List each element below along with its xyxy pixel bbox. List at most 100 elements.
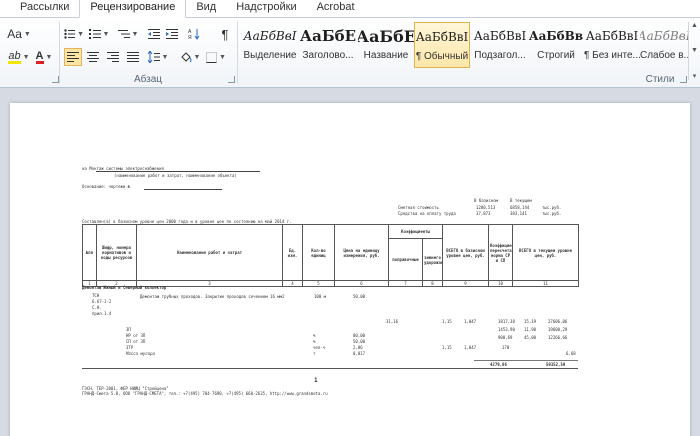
row-current: 12266,66 bbox=[548, 335, 568, 340]
style-sample: АаБбВвІ bbox=[243, 29, 297, 43]
tab-addins[interactable]: Надстройки bbox=[226, 0, 306, 17]
row-qty: 50,00 bbox=[353, 339, 366, 344]
style-normal[interactable]: АаБбВвІ ¶ Обычный bbox=[414, 22, 470, 68]
document-page[interactable]: на Монтаж системы электроснабжения (наим… bbox=[10, 103, 690, 436]
chevron-down-icon: ▼ bbox=[219, 53, 226, 61]
item-code: ТСН bbox=[92, 293, 100, 298]
style-sample: АаБбВвІ bbox=[585, 29, 639, 43]
style-title[interactable]: АаБбЕ Название bbox=[358, 22, 414, 68]
document-area: на Монтаж системы электроснабжения (наим… bbox=[0, 89, 700, 436]
col-header: Коэффициенты bbox=[388, 224, 443, 239]
highlight-button[interactable]: ab ▼ bbox=[6, 48, 32, 66]
bullets-button[interactable]: ▼ bbox=[64, 25, 84, 43]
shading-button[interactable]: ▼ bbox=[178, 48, 202, 66]
style-sample: АаБбВвІ bbox=[415, 30, 469, 44]
style-emphasis[interactable]: АаБбВвІ Выделение bbox=[242, 22, 298, 68]
multilevel-list-button[interactable]: ▼ bbox=[116, 25, 140, 43]
tab-view[interactable]: Вид bbox=[186, 0, 226, 17]
row-coef: 15,19 bbox=[524, 319, 537, 324]
header-line-basis: Основание: чертежи № bbox=[82, 184, 131, 189]
bullet-list-icon bbox=[64, 29, 76, 39]
tab-mailings[interactable]: Рассылки bbox=[0, 0, 79, 17]
align-center-icon bbox=[87, 50, 99, 64]
more-icon[interactable]: ▾ bbox=[693, 72, 697, 80]
row-k2: 1,047 bbox=[464, 345, 477, 350]
numbered-list-icon bbox=[88, 29, 101, 39]
totals-unit: тыс.руб. bbox=[542, 211, 562, 216]
style-sample: АаБбВв bbox=[528, 29, 584, 43]
style-name: ¶ Обычный bbox=[415, 51, 469, 62]
totals-current-value: 383,141 bbox=[510, 211, 527, 216]
row-unit: % bbox=[313, 333, 316, 338]
row-price: 31,16 bbox=[386, 319, 399, 324]
col-number: 4 bbox=[282, 280, 303, 287]
borders-button[interactable]: ▼ bbox=[204, 48, 228, 66]
align-left-button[interactable] bbox=[64, 48, 82, 66]
row-k2: 1,047 bbox=[464, 319, 477, 324]
increase-indent-icon bbox=[166, 29, 178, 39]
font-color-icon: A bbox=[35, 49, 44, 64]
row-unit: т bbox=[313, 351, 316, 356]
page-number: 1 bbox=[314, 377, 318, 384]
table-bottom-border bbox=[82, 368, 578, 369]
show-marks-button[interactable]: ¶ bbox=[218, 25, 232, 43]
col-number: 9 bbox=[442, 280, 489, 287]
align-right-button[interactable] bbox=[104, 48, 122, 66]
style-sample: АаБбВвІ bbox=[473, 29, 527, 43]
ribbon: Aa ▼ ab ▼ A ▼ ▼ ▼ ▼ АЯ ¶ ▼ ▼ ▼ Абзац АаБ… bbox=[0, 18, 700, 88]
style-heading[interactable]: АаБбЕ Заголово... bbox=[300, 22, 356, 68]
numbering-button[interactable]: ▼ bbox=[88, 25, 110, 43]
style-strong[interactable]: АаБбВв Строгий bbox=[528, 22, 584, 68]
styles-gallery-scroll[interactable]: ▲ ▼ ▾ bbox=[688, 22, 700, 80]
item-unit: 100 м bbox=[314, 294, 327, 299]
chevron-down-icon[interactable]: ▼ bbox=[691, 47, 698, 54]
sort-button[interactable]: АЯ bbox=[186, 25, 202, 43]
col-number: 8 bbox=[422, 280, 443, 287]
row-qty: 0,017 bbox=[353, 351, 366, 356]
justify-icon bbox=[127, 50, 139, 64]
header-line-caption: (наименование работ и затрат, наименован… bbox=[114, 173, 237, 178]
col-header: ВСЕГО в базисном уровне цен, руб. bbox=[442, 224, 489, 281]
tab-acrobat[interactable]: Acrobat bbox=[307, 0, 365, 17]
chevron-down-icon: ▼ bbox=[102, 30, 110, 38]
col-subheader: поправочные bbox=[388, 238, 423, 281]
row-name: ЗП bbox=[126, 327, 131, 332]
change-case-button[interactable]: Aa ▼ bbox=[6, 25, 32, 43]
row-current: 6,68 bbox=[566, 351, 576, 356]
change-case-label: Aa bbox=[7, 27, 22, 41]
sort-icon: АЯ bbox=[188, 29, 200, 40]
paragraph-dialog-launcher-icon[interactable] bbox=[228, 76, 235, 83]
styles-dialog-launcher-icon[interactable] bbox=[680, 76, 687, 83]
row-total: 908,69 bbox=[498, 335, 513, 340]
borders-icon bbox=[206, 51, 218, 63]
style-name: Слабое в... bbox=[640, 50, 688, 61]
style-subtle-emphasis[interactable]: АаБбВвІ Слабое в... bbox=[640, 22, 688, 68]
row-unit: % bbox=[313, 339, 316, 344]
justify-button[interactable] bbox=[124, 48, 142, 66]
tab-review[interactable]: Рецензирование bbox=[79, 0, 187, 18]
col-header: Коэффициенты пересчета, норма СР и СП bbox=[488, 224, 513, 281]
style-name: Название bbox=[363, 50, 409, 61]
col-header: Шифр, номера нормативов и коды ресурсов bbox=[96, 224, 137, 281]
decrease-indent-button[interactable] bbox=[146, 25, 162, 43]
row-k1: 1,15 bbox=[442, 319, 452, 324]
font-dialog-launcher-icon[interactable] bbox=[52, 76, 59, 83]
footer-line: ГРАНД-Смета 5.0, ООО "ГРАНД-СМЕТА", тел.… bbox=[82, 391, 328, 396]
chevron-up-icon[interactable]: ▲ bbox=[691, 22, 698, 29]
line-spacing-button[interactable]: ▼ bbox=[146, 48, 170, 66]
chevron-down-icon: ▼ bbox=[23, 30, 31, 38]
item-code: прил.1.4 bbox=[92, 311, 112, 316]
font-color-button[interactable]: A ▼ bbox=[32, 48, 56, 66]
col-number: 5 bbox=[302, 280, 335, 287]
totals-base-value: 1280,513 bbox=[476, 205, 496, 210]
grand-total-base: 4279,86 bbox=[490, 362, 507, 367]
style-subtitle[interactable]: АаБбВвІ Подзагол... bbox=[472, 22, 528, 68]
col-subheader: зимнего удорожания bbox=[422, 238, 443, 281]
style-no-spacing[interactable]: АаБбВвІ ¶ Без инте... bbox=[584, 22, 640, 68]
pilcrow-icon: ¶ bbox=[221, 26, 229, 42]
style-sample: АаБбЕ bbox=[300, 27, 356, 45]
item-name: Демонтаж трубных проходов. Закрытие прох… bbox=[140, 294, 285, 299]
paragraph-group-label: Абзац bbox=[133, 74, 163, 85]
increase-indent-button[interactable] bbox=[164, 25, 180, 43]
align-center-button[interactable] bbox=[84, 48, 102, 66]
